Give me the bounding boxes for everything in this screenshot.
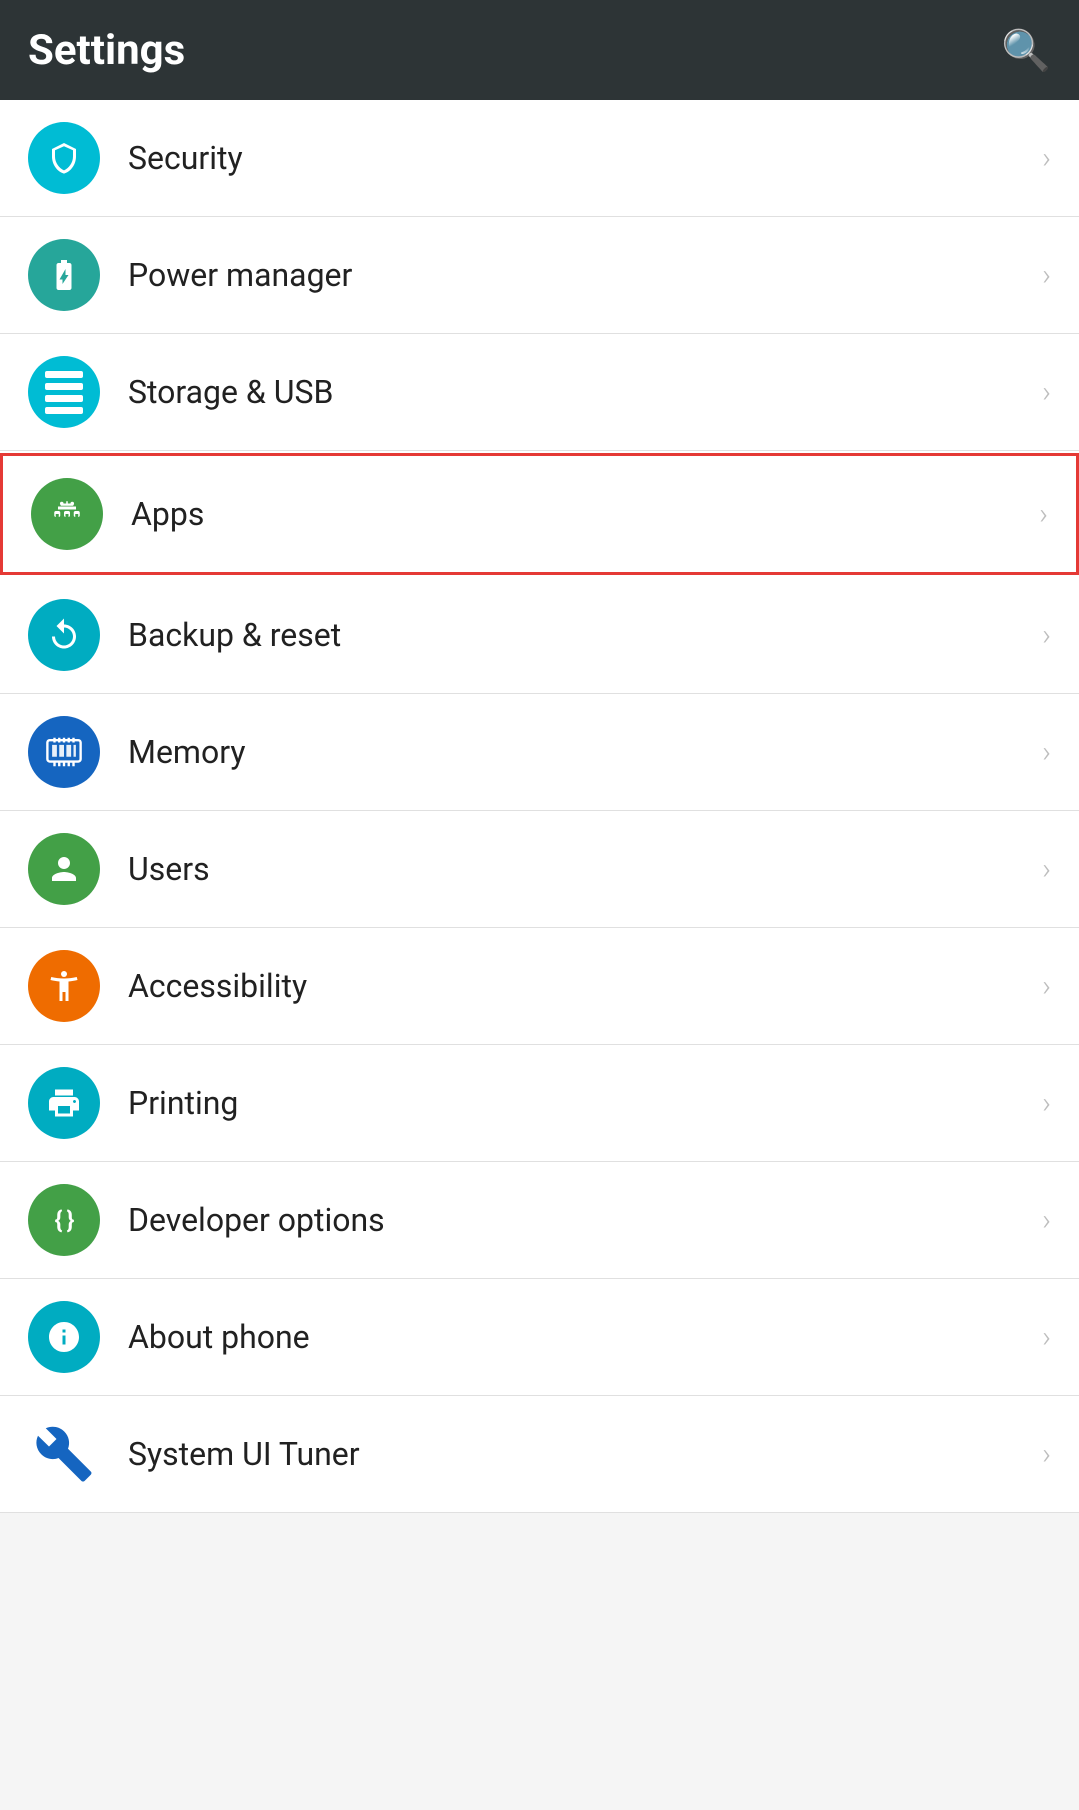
settings-item-accessibility[interactable]: Accessibility › — [0, 928, 1079, 1045]
users-chevron: › — [1042, 852, 1051, 887]
apps-chevron: › — [1039, 497, 1048, 532]
storage-usb-chevron: › — [1042, 375, 1051, 410]
settings-item-storage-usb[interactable]: Storage & USB › — [0, 334, 1079, 451]
settings-item-printing[interactable]: Printing › — [0, 1045, 1079, 1162]
search-icon[interactable]: 🔍 — [1001, 27, 1051, 74]
page-title: Settings — [28, 26, 185, 75]
backup-reset-chevron: › — [1042, 618, 1051, 653]
power-manager-icon — [28, 239, 100, 311]
storage-usb-icon — [28, 356, 100, 428]
system-ui-tuner-label: System UI Tuner — [128, 1435, 1042, 1473]
settings-item-users[interactable]: Users › — [0, 811, 1079, 928]
settings-item-backup-reset[interactable]: Backup & reset › — [0, 577, 1079, 694]
settings-item-power-manager[interactable]: Power manager › — [0, 217, 1079, 334]
settings-item-memory[interactable]: Memory › — [0, 694, 1079, 811]
apps-icon — [31, 478, 103, 550]
accessibility-icon — [28, 950, 100, 1022]
settings-item-about-phone[interactable]: About phone › — [0, 1279, 1079, 1396]
memory-icon — [28, 716, 100, 788]
settings-item-system-ui-tuner[interactable]: System UI Tuner › — [0, 1396, 1079, 1513]
security-chevron: › — [1042, 141, 1051, 176]
settings-item-developer-options[interactable]: { } Developer options › — [0, 1162, 1079, 1279]
settings-list: Security › Power manager › Storage & USB… — [0, 100, 1079, 1513]
about-phone-icon — [28, 1301, 100, 1373]
printing-label: Printing — [128, 1084, 1042, 1122]
developer-options-chevron: › — [1042, 1203, 1051, 1238]
system-ui-tuner-chevron: › — [1042, 1437, 1051, 1472]
users-label: Users — [128, 850, 1042, 888]
apps-label: Apps — [131, 495, 1039, 533]
printing-icon — [28, 1067, 100, 1139]
accessibility-label: Accessibility — [128, 967, 1042, 1005]
developer-options-label: Developer options — [128, 1201, 1042, 1239]
about-phone-label: About phone — [128, 1318, 1042, 1356]
printing-chevron: › — [1042, 1086, 1051, 1121]
security-label: Security — [128, 139, 1042, 177]
power-manager-label: Power manager — [128, 256, 1042, 294]
power-manager-chevron: › — [1042, 258, 1051, 293]
users-icon — [28, 833, 100, 905]
security-icon — [28, 122, 100, 194]
memory-label: Memory — [128, 733, 1042, 771]
backup-reset-icon — [28, 599, 100, 671]
accessibility-chevron: › — [1042, 969, 1051, 1004]
developer-options-icon: { } — [28, 1184, 100, 1256]
about-phone-chevron: › — [1042, 1320, 1051, 1355]
settings-item-apps[interactable]: Apps › — [0, 453, 1079, 575]
system-ui-tuner-icon-container — [28, 1418, 100, 1490]
storage-usb-label: Storage & USB — [128, 373, 1042, 411]
memory-chevron: › — [1042, 735, 1051, 770]
settings-item-security[interactable]: Security › — [0, 100, 1079, 217]
header: Settings 🔍 — [0, 0, 1079, 100]
backup-reset-label: Backup & reset — [128, 616, 1042, 654]
